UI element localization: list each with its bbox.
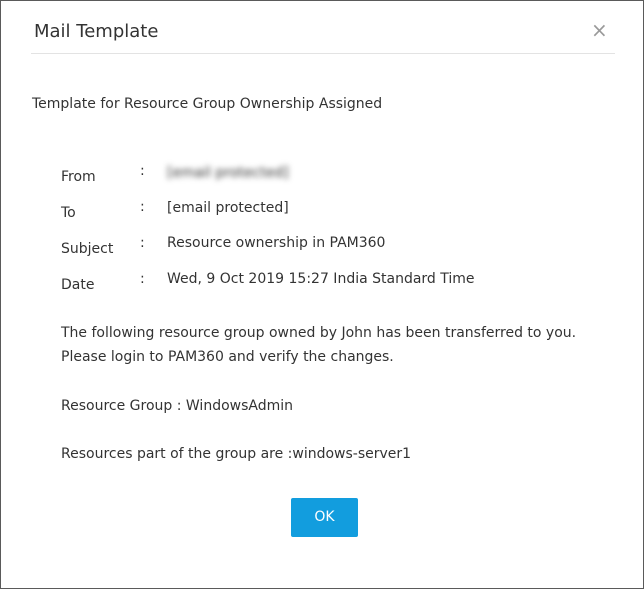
field-date-value: Wed, 9 Oct 2019 15:27 India Standard Tim…: [167, 271, 475, 287]
resources-line: Resources part of the group are :windows…: [61, 446, 412, 462]
field-to-label: To: [61, 205, 76, 221]
field-subject-label: Subject: [61, 241, 114, 257]
field-from-value: [email protected]: [167, 165, 289, 181]
field-date-colon: :: [140, 271, 145, 287]
body-line-1: The following resource group owned by Jo…: [61, 325, 577, 341]
field-from-colon: :: [140, 163, 145, 179]
field-to-value: [email protected]: [167, 200, 289, 216]
resource-group-line: Resource Group : WindowsAdmin: [61, 398, 294, 414]
dialog-header: Mail Template ×: [31, 1, 615, 54]
body-line-2: Please login to PAM360 and verify the ch…: [61, 349, 394, 365]
field-date-label: Date: [61, 277, 95, 293]
close-icon[interactable]: ×: [591, 18, 608, 42]
field-to-colon: :: [140, 199, 145, 215]
field-from-label: From: [61, 169, 96, 185]
field-subject-colon: :: [140, 235, 145, 251]
dialog-title: Mail Template: [34, 21, 159, 42]
template-title: Template for Resource Group Ownership As…: [32, 96, 383, 112]
ok-button[interactable]: OK: [291, 498, 358, 537]
field-subject-value: Resource ownership in PAM360: [167, 235, 386, 251]
mail-template-dialog: Mail Template × Template for Resource Gr…: [0, 0, 644, 589]
